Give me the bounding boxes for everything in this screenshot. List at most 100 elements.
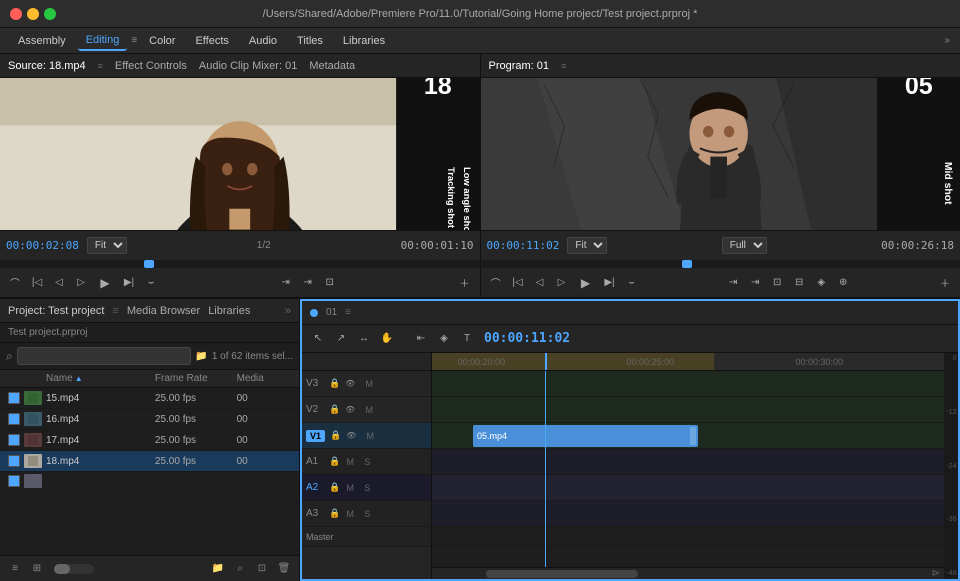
footer-trash[interactable]: 🗑 [275, 560, 293, 578]
source-step-fwd-small[interactable]: ▷ [72, 274, 90, 292]
a3-lock[interactable]: 🔒 [329, 508, 340, 519]
a2-lock[interactable]: 🔒 [329, 482, 340, 493]
source-play-button[interactable]: ▶ [94, 272, 116, 294]
a1-s[interactable]: S [360, 455, 374, 469]
prog-marker[interactable]: ◈ [812, 274, 830, 292]
search-input[interactable] [17, 347, 192, 365]
source-fit-select[interactable]: Fit [87, 237, 127, 254]
clip-right-handle[interactable] [690, 427, 696, 445]
v1-m[interactable]: M [363, 429, 377, 443]
v2-m[interactable]: M [362, 403, 376, 417]
prog-mark-left[interactable]: |◁ [509, 274, 527, 292]
clip-05mp4[interactable]: 05.mp4 [473, 425, 698, 447]
tl-track-select[interactable]: ↗ [331, 329, 351, 349]
time-ruler[interactable]: 00:00:20:00 00:00:25:00 00:00:30:00 [432, 353, 944, 371]
a3-m[interactable]: M [343, 507, 357, 521]
footer-grid-icon[interactable]: ⊡ [253, 560, 271, 578]
col-media[interactable]: Media [237, 373, 291, 384]
tl-text-tool[interactable]: T [457, 329, 477, 349]
menu-assembly[interactable]: Assembly [10, 32, 74, 50]
file-item-16[interactable]: 16.mp4 25.00 fps 00 [0, 409, 299, 430]
a2-s[interactable]: S [360, 481, 374, 495]
footer-search[interactable]: ⌕ [231, 560, 249, 578]
tl-select-tool[interactable]: ↖ [308, 329, 328, 349]
file-item-17[interactable]: 17.mp4 25.00 fps 00 [0, 430, 299, 451]
program-fit-select[interactable]: Fit [567, 237, 607, 254]
source-stop[interactable]: ▶| [120, 274, 138, 292]
v2-eye[interactable]: 👁 [343, 403, 357, 417]
tl-back-btn[interactable]: ⇤ [411, 329, 431, 349]
timeline-hscrollbar[interactable]: ⊳ [432, 567, 944, 579]
a2-m[interactable]: M [343, 481, 357, 495]
track-v1[interactable]: 05.mp4 [432, 423, 944, 449]
prog-lift[interactable]: ⊡ [768, 274, 786, 292]
source-overwrite[interactable]: ⇥ [299, 274, 317, 292]
prog-step-fwd-small[interactable]: ▷ [553, 274, 571, 292]
prog-overwrite[interactable]: ⇥ [746, 274, 764, 292]
menu-editing[interactable]: Editing [78, 31, 128, 51]
prog-extract[interactable]: ⊟ [790, 274, 808, 292]
prog-play-button[interactable]: ▶ [575, 272, 597, 294]
program-playhead[interactable] [682, 260, 692, 268]
footer-slider-handle[interactable] [54, 564, 70, 574]
timeline-scroll-end[interactable]: ⊳ [932, 568, 940, 579]
footer-list-view[interactable]: ≡ [6, 560, 24, 578]
source-tab-audio[interactable]: Audio Clip Mixer: 01 [199, 60, 297, 72]
tl-add-mark[interactable]: ◈ [434, 329, 454, 349]
file-checkbox-15[interactable] [8, 392, 20, 404]
col-fps[interactable]: Frame Rate [155, 373, 237, 384]
timeline-ruler-playhead[interactable] [545, 353, 547, 370]
track-v2[interactable] [432, 397, 944, 423]
source-insert[interactable]: ⇥ [277, 274, 295, 292]
prog-mark-out[interactable]: ⌣ [623, 274, 641, 292]
close-button[interactable] [10, 8, 22, 20]
source-mark-out[interactable]: ⌣ [142, 274, 160, 292]
source-camera[interactable]: ⊡ [321, 274, 339, 292]
menu-color[interactable]: Color [141, 32, 183, 50]
prog-trim[interactable]: ⊕ [834, 274, 852, 292]
menu-audio[interactable]: Audio [241, 32, 285, 50]
v1-eye[interactable]: 👁 [344, 429, 358, 443]
maximize-button[interactable] [44, 8, 56, 20]
a1-m[interactable]: M [343, 455, 357, 469]
track-a2[interactable] [432, 475, 944, 501]
source-mark-in[interactable]: ⌒ [6, 274, 24, 292]
file-checkbox-16[interactable] [8, 413, 20, 425]
v3-eye[interactable]: 👁 [343, 377, 357, 391]
footer-folder-new[interactable]: 📁 [209, 560, 227, 578]
menu-effects[interactable]: Effects [187, 32, 236, 50]
a1-lock[interactable]: 🔒 [329, 456, 340, 467]
a3-s[interactable]: S [360, 507, 374, 521]
source-add-button[interactable]: ＋ [456, 274, 474, 292]
timeline-scrollbar-thumb[interactable] [486, 570, 637, 578]
track-v3[interactable] [432, 371, 944, 397]
menu-titles[interactable]: Titles [289, 32, 331, 50]
file-item-15[interactable]: 15.mp4 25.00 fps 00 [0, 388, 299, 409]
file-item-18[interactable]: 18.mp4 25.00 fps 00 [0, 451, 299, 472]
file-checkbox-next[interactable] [8, 475, 20, 487]
more-menus-icon[interactable]: » [944, 35, 950, 46]
prog-insert[interactable]: ⇥ [724, 274, 742, 292]
prog-add-button[interactable]: ＋ [936, 274, 954, 292]
track-master[interactable] [432, 527, 944, 545]
tl-hand-tool[interactable]: ✋ [377, 329, 397, 349]
media-browser-tab[interactable]: Media Browser [127, 305, 200, 317]
file-checkbox-18[interactable] [8, 455, 20, 467]
panel-expand-icon[interactable]: » [285, 305, 291, 317]
source-tab-meta[interactable]: Metadata [309, 60, 355, 72]
tl-ripple-edit[interactable]: ↔ [354, 329, 374, 349]
col-name[interactable]: Name ▲ [46, 373, 155, 384]
program-quality-select[interactable]: Full [722, 237, 767, 254]
track-a1[interactable] [432, 449, 944, 475]
v2-lock[interactable]: 🔒 [329, 404, 340, 415]
minimize-button[interactable] [27, 8, 39, 20]
footer-grid-view[interactable]: ⊞ [28, 560, 46, 578]
source-mark-left[interactable]: |◁ [28, 274, 46, 292]
v1-lock[interactable]: 🔒 [330, 430, 341, 441]
prog-step-back[interactable]: ◁ [531, 274, 549, 292]
prog-mark-in[interactable]: ⌒ [487, 274, 505, 292]
source-step-back[interactable]: ◁ [50, 274, 68, 292]
source-playhead[interactable] [144, 260, 154, 268]
file-checkbox-17[interactable] [8, 434, 20, 446]
v3-lock[interactable]: 🔒 [329, 378, 340, 389]
